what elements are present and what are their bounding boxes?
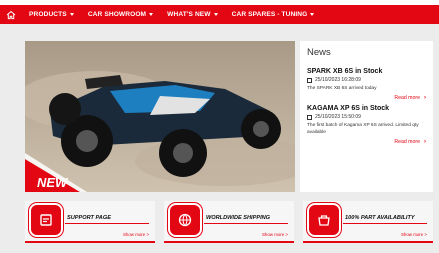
chevron-right-icon: ›: [424, 95, 426, 101]
nav-car-spares-label: CAR SPARES - TUNING: [231, 11, 308, 18]
news-headline[interactable]: SPARK XB 6S in Stock: [307, 68, 426, 76]
support-icon: [31, 205, 61, 235]
news-item: SPARK XB 6S in Stock 25/10/2023 16:28:09…: [307, 68, 426, 101]
feature-part-availability[interactable]: 100% PART AVAILABILITY Show more >: [303, 201, 433, 243]
chevron-down-icon: [310, 13, 315, 16]
shipping-icon: [170, 205, 200, 235]
calendar-icon: [307, 114, 312, 120]
news-panel: News SPARK XB 6S in Stock 25/10/2023 16:…: [300, 41, 433, 192]
feature-label: SUPPORT PAGE: [67, 215, 111, 221]
feature-label: WORLDWIDE SHIPPING: [206, 215, 271, 221]
show-more-link[interactable]: Show more >: [401, 232, 427, 237]
divider: [343, 223, 427, 224]
home-icon: [6, 10, 16, 19]
feature-label: 100% PART AVAILABILITY: [345, 215, 415, 221]
nav-products[interactable]: PRODUCTS: [22, 5, 81, 24]
news-item: KAGAMA XP 6S in Stock 25/10/2023 15:50:0…: [307, 105, 426, 145]
news-date-text: 25/10/2023 16:28:09: [315, 77, 361, 83]
feature-support-page[interactable]: SUPPORT PAGE Show more >: [25, 201, 155, 243]
new-badge-text: NEW: [37, 175, 69, 190]
main-navbar: PRODUCTS CAR SHOWROOM WHAT'S NEW CAR SPA…: [0, 5, 439, 24]
news-text: The SPARK XB 6S arrived today: [307, 86, 377, 91]
nav-car-showroom[interactable]: CAR SHOWROOM: [81, 5, 160, 24]
home-button[interactable]: [0, 5, 22, 24]
read-more-label: Read more: [394, 95, 420, 101]
news-headline[interactable]: KAGAMA XP 6S in Stock: [307, 105, 426, 113]
nav-car-showroom-label: CAR SHOWROOM: [87, 11, 147, 18]
calendar-icon: [307, 77, 312, 83]
news-date-text: 25/10/2023 15:50:09: [315, 114, 361, 120]
nav-whats-new-label: WHAT'S NEW: [167, 11, 211, 18]
main-content: NEW News SPARK XB 6S in Stock 25/10/2023…: [0, 24, 439, 253]
show-more-link[interactable]: Show more >: [262, 232, 288, 237]
feature-worldwide-shipping[interactable]: WORLDWIDE SHIPPING Show more >: [164, 201, 294, 243]
chevron-right-icon: ›: [424, 139, 426, 145]
news-title: News: [307, 47, 331, 58]
news-date: 25/10/2023 15:50:09: [307, 114, 426, 120]
parts-icon: [309, 205, 339, 235]
read-more-label: Read more: [394, 139, 420, 145]
chevron-down-icon: [69, 13, 74, 16]
read-more-link[interactable]: Read more ›: [307, 95, 426, 101]
hero-car-image: NEW: [25, 41, 295, 192]
nav-car-spares-tuning[interactable]: CAR SPARES - TUNING: [225, 5, 322, 24]
show-more-link[interactable]: Show more >: [123, 232, 149, 237]
chevron-down-icon: [149, 13, 154, 16]
feature-cards: SUPPORT PAGE Show more > WORLDWIDE SHIPP…: [25, 201, 433, 243]
news-text: The first batch of Kagama XP 6S arrived.…: [307, 123, 419, 135]
divider: [65, 223, 149, 224]
nav-products-label: PRODUCTS: [29, 11, 67, 18]
news-date: 25/10/2023 16:28:09: [307, 77, 426, 83]
divider: [204, 223, 288, 224]
read-more-link[interactable]: Read more ›: [307, 139, 426, 145]
nav-whats-new[interactable]: WHAT'S NEW: [160, 5, 224, 24]
hero-banner[interactable]: NEW: [25, 41, 295, 192]
chevron-down-icon: [213, 13, 218, 16]
